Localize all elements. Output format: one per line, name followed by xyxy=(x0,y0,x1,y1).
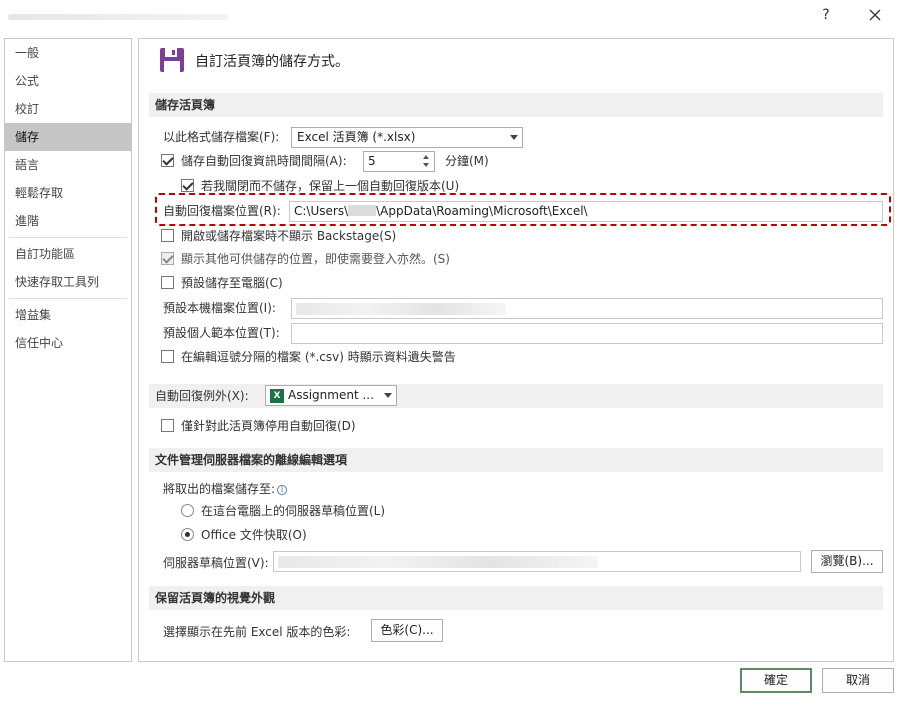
sidebar-item-add-ins[interactable]: 增益集 xyxy=(5,301,131,329)
server-drafts-radio[interactable] xyxy=(181,504,194,517)
csv-warning-checkbox[interactable] xyxy=(161,350,174,363)
close-icon xyxy=(869,9,881,20)
office-cache-radio[interactable] xyxy=(181,528,194,541)
window-title-redacted xyxy=(8,14,228,20)
disable-autorecover-label: 僅針對此活頁簿停用自動回復(D) xyxy=(181,419,356,433)
section-autorecover-exceptions xyxy=(149,384,883,408)
ok-button[interactable]: 確定 xyxy=(740,668,812,693)
save-checked-out-label: 將取出的檔案儲存至: i xyxy=(163,479,288,499)
sidebar: 一般 公式 校訂 儲存 語言 輕鬆存取 進階 自訂功能區 快速存取工具列 增益集… xyxy=(4,38,132,662)
chevron-down-icon xyxy=(510,135,518,140)
excel-icon: X xyxy=(270,389,284,403)
sidebar-item-formulas[interactable]: 公式 xyxy=(5,67,131,95)
default-local-location-input[interactable] xyxy=(291,298,883,319)
sidebar-divider xyxy=(9,298,127,299)
sidebar-item-quick-access-toolbar[interactable]: 快速存取工具列 xyxy=(5,268,131,296)
sidebar-item-customize-ribbon[interactable]: 自訂功能區 xyxy=(5,240,131,268)
highlight-annotation xyxy=(155,193,891,226)
spin-arrows-icon[interactable] xyxy=(422,152,432,171)
workbook-select-value: Assignment ... xyxy=(288,388,374,402)
section-preserve-appearance: 保留活頁簿的視覺外觀 xyxy=(149,586,883,610)
cancel-button[interactable]: 取消 xyxy=(822,668,894,693)
minutes-label: 分鐘(M) xyxy=(445,154,489,168)
autorecover-checkbox[interactable] xyxy=(161,154,174,167)
file-format-select[interactable]: Excel 活頁簿 (*.xlsx) xyxy=(291,127,523,148)
section-save-workbooks: 儲存活頁簿 xyxy=(149,93,883,117)
save-to-computer-label: 預設儲存至電腦(C) xyxy=(181,276,283,290)
sidebar-item-advanced[interactable]: 進階 xyxy=(5,207,131,235)
default-template-location-label: 預設個人範本位置(T): xyxy=(163,326,280,340)
colors-button[interactable]: 色彩(C)... xyxy=(371,619,443,642)
file-format-label: 以此格式儲存檔案(F): xyxy=(163,130,280,144)
redacted-path xyxy=(296,303,506,315)
server-drafts-location-label: 伺服器草稿位置(V): xyxy=(163,556,269,570)
autorecover-minutes-value: 5 xyxy=(368,154,376,168)
workbook-select[interactable]: X Assignment ... xyxy=(265,385,397,406)
browse-button[interactable]: 瀏覽(B)... xyxy=(811,550,883,573)
sidebar-item-trust-center[interactable]: 信任中心 xyxy=(5,329,131,357)
redacted-path xyxy=(278,556,598,568)
page-title: 自訂活頁簿的儲存方式。 xyxy=(195,54,349,70)
options-panel: 自訂活頁簿的儲存方式。 儲存活頁簿 以此格式儲存檔案(F): Excel 活頁簿… xyxy=(138,38,894,662)
sidebar-item-save[interactable]: 儲存 xyxy=(5,123,131,151)
no-backstage-label: 開啟或儲存檔案時不顯示 Backstage(S) xyxy=(181,229,397,243)
help-button[interactable]: ? xyxy=(812,4,840,26)
office-cache-label: Office 文件快取(O) xyxy=(201,528,307,542)
default-local-location-label: 預設本機檔案位置(I): xyxy=(163,301,276,315)
keep-last-version-checkbox[interactable] xyxy=(181,179,194,192)
section-offline-editing: 文件管理伺服器檔案的離線編輯選項 xyxy=(149,448,883,472)
sidebar-item-language[interactable]: 語言 xyxy=(5,151,131,179)
save-to-computer-checkbox[interactable] xyxy=(161,276,174,289)
default-template-location-input[interactable] xyxy=(291,323,883,344)
sidebar-item-accessibility[interactable]: 輕鬆存取 xyxy=(5,179,131,207)
show-locations-label: 顯示其他可供儲存的位置，即使需要登入亦然。(S) xyxy=(181,252,450,266)
colors-label: 選擇顯示在先前 Excel 版本的色彩: xyxy=(163,625,351,639)
sidebar-item-proofing[interactable]: 校訂 xyxy=(5,95,131,123)
autorecover-exceptions-label: 自動回復例外(X): xyxy=(155,389,249,403)
show-locations-checkbox[interactable] xyxy=(161,252,174,265)
floppy-disk-icon xyxy=(160,48,184,72)
chevron-down-icon xyxy=(384,393,392,398)
sidebar-item-general[interactable]: 一般 xyxy=(5,39,131,67)
csv-warning-label: 在編輯逗號分隔的檔案 (*.csv) 時顯示資料遺失警告 xyxy=(181,350,456,364)
sidebar-divider xyxy=(9,237,127,238)
autorecover-minutes-stepper[interactable]: 5 xyxy=(363,151,435,172)
info-icon: i xyxy=(277,485,288,495)
autorecover-label: 儲存自動回復資訊時間間隔(A): xyxy=(181,154,347,168)
disable-autorecover-checkbox[interactable] xyxy=(161,419,174,432)
close-button[interactable] xyxy=(860,2,890,26)
no-backstage-checkbox[interactable] xyxy=(161,229,174,242)
server-drafts-location-input[interactable] xyxy=(273,551,801,572)
title-bar: ? xyxy=(0,0,900,32)
save-checked-out-text: 將取出的檔案儲存至: xyxy=(163,482,276,496)
server-drafts-label: 在這台電腦上的伺服器草稿位置(L) xyxy=(201,504,386,518)
file-format-value: Excel 活頁簿 (*.xlsx) xyxy=(297,130,416,144)
